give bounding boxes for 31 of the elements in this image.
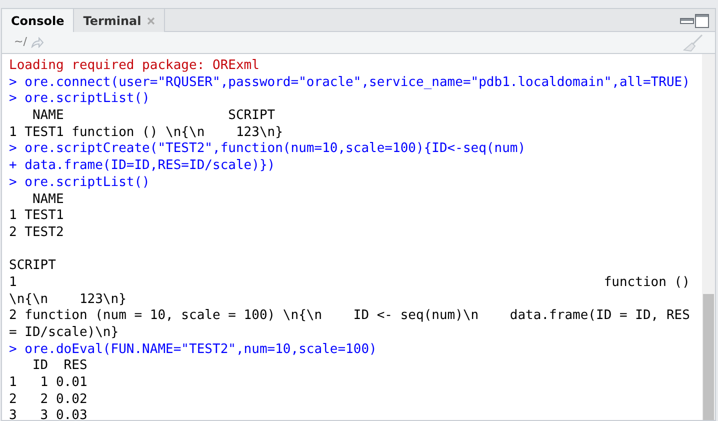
console-input-line: > ore.doEval(FUN.NAME="TEST2",num=10,scale=100) bbox=[9, 342, 378, 358]
console-input-line: > ore.connect(user="RQUSER",password="oracle",service_name="pdb1.localdomain",all=TRUE) bbox=[9, 74, 691, 92]
maximize-icon[interactable] bbox=[695, 14, 709, 28]
console-output-line: 1 1 0.01 bbox=[9, 375, 88, 392]
console-output-line: 2 function (num = 10, scale = 100) \n{\n ID <- seq(num)\n data.frame(ID = ID, RES bbox=[9, 308, 691, 325]
console-output-line: SCRIPT bbox=[9, 258, 57, 275]
console-output-line: 1 function () bbox=[9, 274, 691, 292]
console-output-line: \n{\n 123\n} bbox=[9, 292, 128, 308]
console-input-line: > ore.scriptList() bbox=[9, 91, 151, 108]
console-output-line: NAME bbox=[31, 192, 65, 208]
scrollbar-thumb[interactable] bbox=[703, 294, 714, 420]
console-input-line: + data.frame(ID=ID,RES=ID/scale)}) bbox=[9, 158, 276, 175]
console-output-line: ID RES bbox=[31, 358, 88, 376]
console-output-line: 2 2 0.02 bbox=[9, 392, 88, 408]
console-input-line: > ore.scriptCreate("TEST2",function(num=10,scale=100){ID<-seq(num) bbox=[9, 141, 527, 158]
console-output-line: NAME SCRIPT bbox=[31, 108, 276, 125]
scrollbar[interactable] bbox=[702, 54, 715, 420]
tab[interactable]: Console bbox=[2, 9, 74, 32]
arrow-icon[interactable] bbox=[30, 37, 44, 48]
console-output-line: = ID/scale)\n} bbox=[9, 325, 120, 342]
console-output-line: 2 TEST2 bbox=[9, 224, 65, 242]
working-directory: ~/ bbox=[14, 34, 27, 50]
tab[interactable]: Terminal bbox=[74, 9, 166, 32]
broom-icon[interactable] bbox=[683, 34, 703, 52]
console-input-line: > ore.scriptList() bbox=[9, 174, 151, 192]
console-output-line: 1 TEST1 function () \n{\n 123\n} bbox=[9, 124, 284, 142]
console-output-line: 3 3 0.03 bbox=[9, 408, 88, 420]
close-icon[interactable] bbox=[147, 16, 156, 24]
console-output-line: 1 TEST1 bbox=[9, 208, 65, 225]
minimize-icon[interactable] bbox=[680, 17, 694, 25]
console-message: Loading required package: ORExml bbox=[9, 58, 260, 75]
